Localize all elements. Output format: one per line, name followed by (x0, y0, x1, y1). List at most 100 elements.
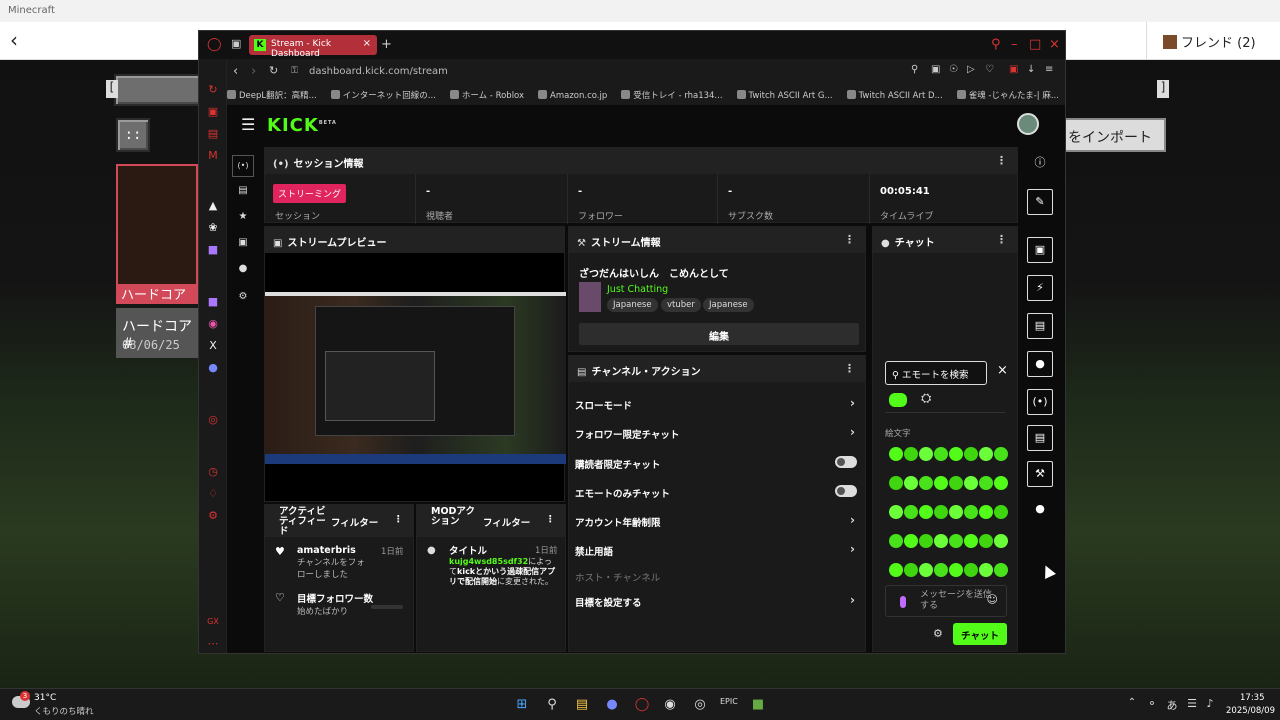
more-options-icon[interactable]: ⋮ (394, 514, 404, 525)
more-options-icon[interactable]: ⋮ (844, 362, 855, 375)
emote-icon[interactable] (919, 447, 933, 461)
emote-icon[interactable] (964, 505, 978, 519)
sidebar-player-icon[interactable]: ◎ (206, 413, 220, 427)
sidebar-twitch-icon[interactable]: ■ (206, 295, 220, 309)
minimize-icon[interactable]: – (1011, 37, 1018, 52)
back-icon[interactable]: ‹ (233, 64, 238, 79)
emote-icon[interactable] (964, 476, 978, 490)
easy-setup-icon[interactable]: ≡ (1045, 64, 1053, 75)
globe-icon[interactable]: ⛭ (921, 391, 931, 406)
chat-message-input[interactable]: メッセージを送信する ☺ (885, 585, 1007, 617)
world-thumbnail[interactable] (116, 164, 198, 304)
emote-icon[interactable] (979, 534, 993, 548)
emote-icon[interactable] (904, 476, 918, 490)
microphone-icon[interactable] (900, 596, 906, 608)
sidebar-refresh-icon[interactable]: ↻ (206, 83, 220, 97)
analytics-nav-icon[interactable]: ▤ (237, 185, 249, 197)
grid-icon[interactable]: :: (116, 118, 150, 152)
minecraft-button-left[interactable] (114, 74, 204, 106)
new-tab-icon[interactable]: + (381, 37, 392, 52)
stream-category[interactable]: Just Chatting (607, 284, 668, 295)
emote-icon[interactable] (949, 476, 963, 490)
emote-icon[interactable] (889, 505, 903, 519)
action-subscriber-only[interactable]: 購読者限定チャット (575, 456, 859, 471)
emote-icon[interactable] (919, 505, 933, 519)
more-options-icon[interactable]: ⋮ (996, 233, 1007, 246)
wallet-icon[interactable]: ▣ (1009, 64, 1018, 75)
action-account-age[interactable]: アカウント年齢制限 › (575, 513, 859, 529)
chat-send-button[interactable]: チャット (953, 623, 1007, 645)
ime-icon[interactable]: あ (1164, 697, 1180, 713)
sidebar-gx-icon[interactable]: GX (206, 617, 220, 631)
tab-close-icon[interactable]: × (363, 38, 371, 49)
emote-icon[interactable] (889, 563, 903, 577)
gear-icon[interactable]: ⚙ (933, 627, 943, 640)
sidebar-extensions-icon[interactable]: ♢ (206, 487, 220, 501)
avatar[interactable] (1017, 113, 1039, 135)
volume-icon[interactable]: ♪ (1202, 697, 1218, 713)
obs-icon[interactable]: ◎ (692, 697, 708, 713)
edit-stream-button[interactable]: 編集 (579, 323, 859, 345)
emote-icon[interactable] (934, 505, 948, 519)
emote-icon[interactable] (994, 476, 1008, 490)
emote-icon[interactable] (904, 563, 918, 577)
more-options-icon[interactable]: ⋮ (546, 514, 556, 525)
bookmark-item[interactable]: 雀魂 -じゃんたま-| 麻... (957, 85, 1059, 101)
sidebar-news-icon[interactable]: ▤ (206, 127, 220, 141)
moderation-nav-icon[interactable]: ▣ (237, 237, 249, 249)
users-icon[interactable]: ● (1027, 497, 1053, 523)
file-explorer-icon[interactable]: ▤ (574, 697, 590, 713)
emote-icon[interactable] (949, 534, 963, 548)
emote-icon[interactable] (949, 563, 963, 577)
discord-icon[interactable]: ● (604, 697, 620, 713)
community-nav-icon[interactable]: ● (237, 263, 249, 275)
bookmark-item[interactable]: 受信トレイ - rha134... (621, 85, 722, 101)
emote-icon[interactable] (964, 534, 978, 548)
action-follower-only[interactable]: フォロワー限定チャット › (575, 425, 859, 441)
emote-icon[interactable] (964, 447, 978, 461)
chat-icon[interactable]: ● (1027, 351, 1053, 377)
chevron-up-icon[interactable]: ⌃ (1124, 697, 1140, 713)
emote-icon[interactable] (979, 563, 993, 577)
layout-icon[interactable]: ▤ (1027, 425, 1053, 451)
emote-icon[interactable] (889, 476, 903, 490)
sidebar-history-icon[interactable]: ◷ (206, 465, 220, 479)
toggle-switch[interactable] (835, 456, 857, 468)
snapshot-icon[interactable]: ▣ (931, 64, 940, 75)
app-icon[interactable]: ◉ (662, 697, 678, 713)
emote-icon[interactable] (949, 447, 963, 461)
action-slow-mode[interactable]: スローモード › (575, 396, 859, 412)
opera-logo-icon[interactable]: ◯ (207, 37, 222, 52)
mod-username[interactable]: kujg4wsd85sdf32 (449, 557, 528, 566)
download-icon[interactable]: ↓ (1027, 64, 1035, 75)
heart-icon[interactable]: ♡ (985, 64, 994, 75)
maximize-icon[interactable]: □ (1029, 37, 1041, 52)
sidebar-cs-icon[interactable]: ■ (206, 243, 220, 257)
broadcast-icon[interactable]: (•) (1027, 389, 1053, 415)
settings-nav-icon[interactable]: ⚙ (237, 291, 249, 303)
filter-button[interactable]: フィルター (483, 515, 530, 529)
emote-icon[interactable] (919, 476, 933, 490)
minecraft-icon[interactable]: ■ (750, 697, 766, 713)
weather-temperature[interactable]: 31°C (34, 693, 56, 703)
opera-gx-icon[interactable]: ◯ (634, 697, 650, 713)
info-icon[interactable]: ⓘ (1027, 151, 1053, 177)
action-banned-words[interactable]: 禁止用語 › (575, 542, 859, 558)
lightning-icon[interactable]: ⚡ (1027, 275, 1053, 301)
tab-kick-dashboard[interactable]: K Stream - Kick Dashboard × (249, 35, 377, 59)
emote-icon[interactable] (964, 563, 978, 577)
emote-icon[interactable] (949, 505, 963, 519)
microphone-icon[interactable]: ⚬ (1144, 697, 1160, 713)
emote-icon[interactable] (994, 534, 1008, 548)
kick-emotes-tab-icon[interactable] (889, 393, 907, 407)
bookmark-item[interactable]: Twitch ASCII Art D... (847, 86, 943, 101)
emote-icon[interactable] (979, 505, 993, 519)
emote-icon[interactable] (979, 476, 993, 490)
pin-icon[interactable]: ⚲ (911, 64, 918, 75)
moderation-icon[interactable]: ▣ (1027, 237, 1053, 263)
emote-icon[interactable] (934, 476, 948, 490)
hamburger-menu-icon[interactable]: ☰ (241, 115, 255, 134)
bookmark-item[interactable]: Amazon.co.jp (538, 86, 607, 101)
emote-icon[interactable] (889, 447, 903, 461)
emote-icon[interactable] (904, 505, 918, 519)
